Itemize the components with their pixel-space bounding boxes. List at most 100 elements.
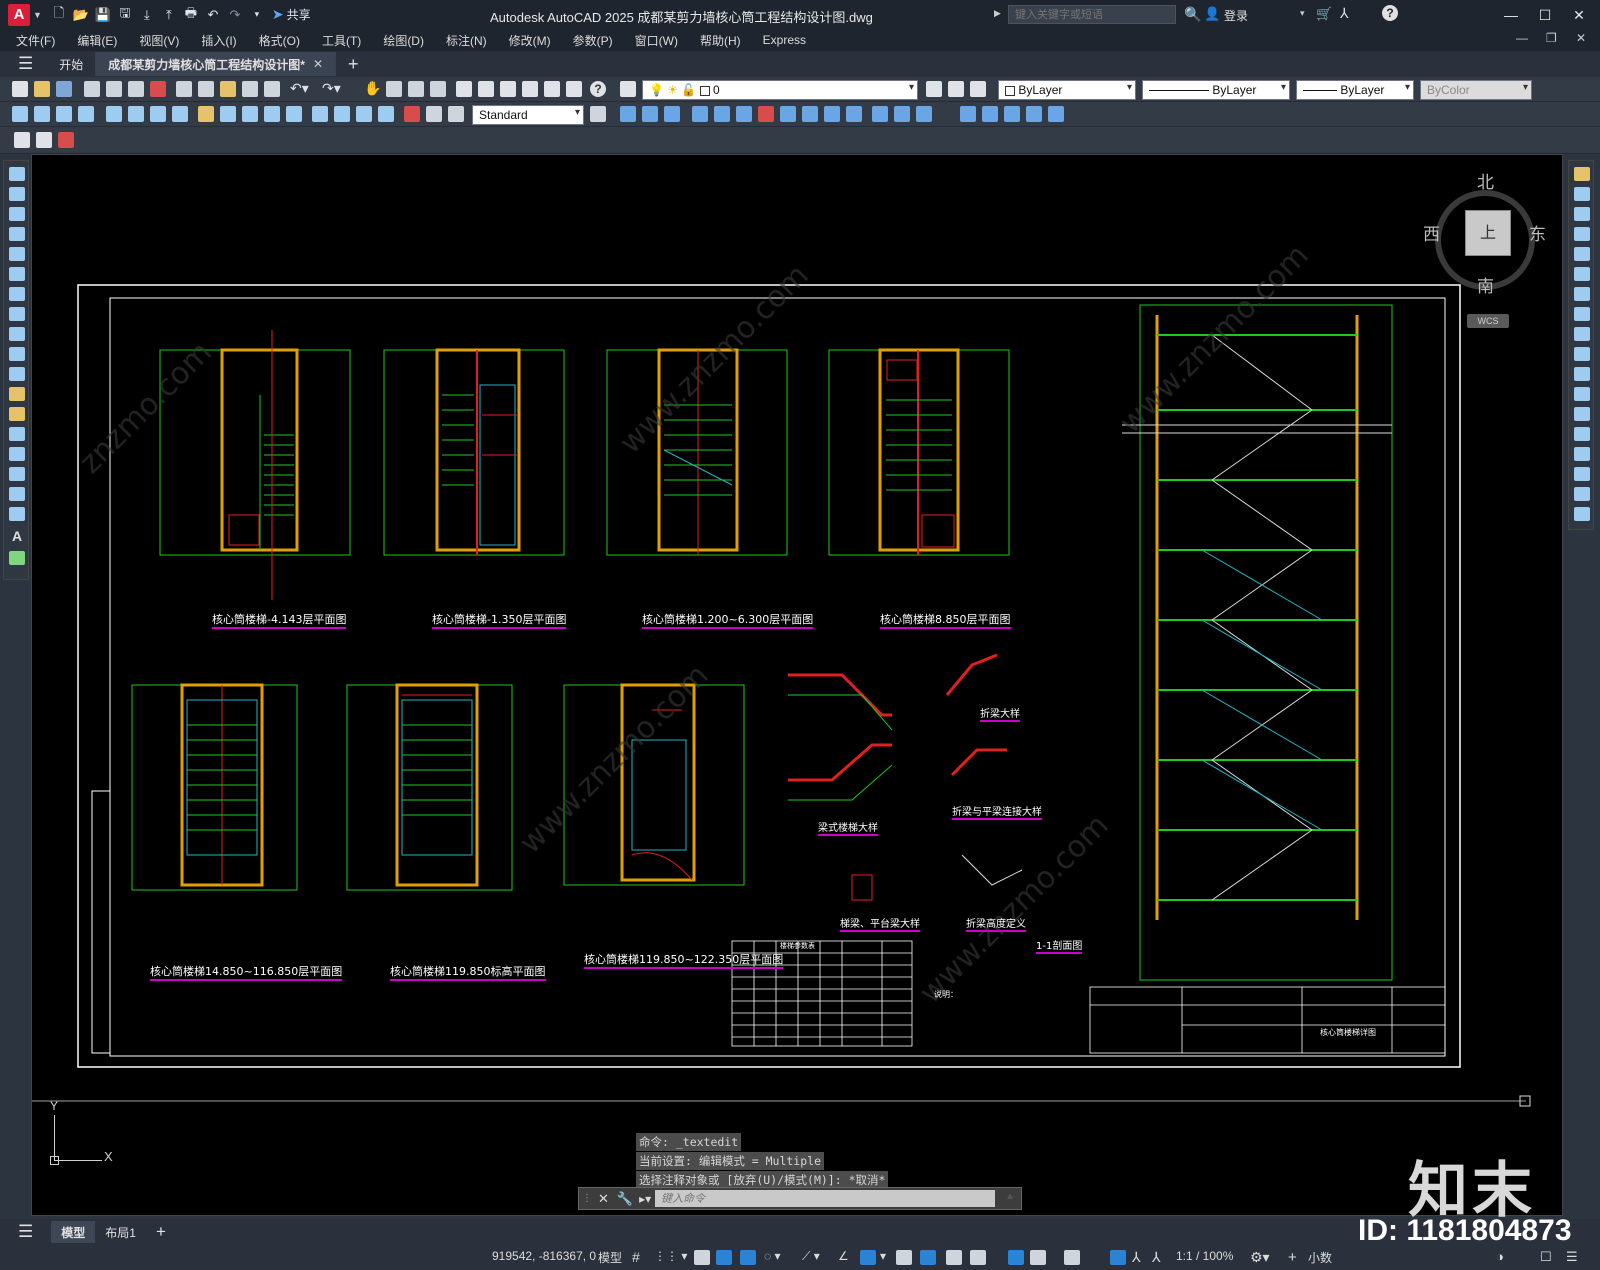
autodesk-apps-icon[interactable]: ⅄	[1340, 5, 1349, 22]
undo-icon[interactable]: ↶	[203, 5, 223, 25]
close-button[interactable]: ✕	[1562, 4, 1596, 26]
ucs-object-icon[interactable]	[714, 106, 730, 122]
join-icon[interactable]	[1574, 407, 1590, 421]
model-space-toggle[interactable]: 模型	[598, 1249, 622, 1267]
block-editor-icon[interactable]	[264, 81, 280, 97]
dimension-edit-icon[interactable]	[404, 106, 420, 122]
array-icon[interactable]	[1574, 247, 1590, 261]
properties-icon[interactable]	[456, 81, 472, 97]
trim-icon[interactable]	[1574, 347, 1590, 361]
ucs-zaxis-icon[interactable]	[780, 106, 796, 122]
add-layout-button[interactable]: +	[156, 1222, 166, 1242]
construction-line-icon[interactable]	[9, 187, 25, 201]
layer-dropdown[interactable]: 💡 ☀ 🔓 0 ▾	[642, 80, 918, 100]
jogged-linear-icon[interactable]	[378, 106, 394, 122]
transparency-icon[interactable]	[920, 1250, 936, 1265]
menu-tools[interactable]: 工具(T)	[322, 32, 361, 49]
wcs-menu[interactable]: WCS	[1467, 314, 1509, 328]
command-history-toggle-icon[interactable]: ▲	[1005, 1191, 1015, 1202]
add-selected-icon[interactable]	[9, 551, 25, 565]
isometric-icon[interactable]: ⟋ ▾	[802, 1249, 820, 1267]
compass-west[interactable]: 西	[1423, 220, 1440, 245]
multiline-text-icon[interactable]: A	[9, 529, 25, 543]
paste-icon[interactable]	[220, 81, 236, 97]
table-icon[interactable]	[9, 507, 25, 521]
grip-handle-icon[interactable]: ⋮	[582, 1193, 592, 1204]
publish-icon[interactable]	[128, 81, 144, 97]
aligned-dimension-icon[interactable]	[34, 106, 50, 122]
menu-format[interactable]: 格式(O)	[259, 32, 300, 49]
stretch-icon[interactable]	[1574, 327, 1590, 341]
make-block-icon[interactable]	[9, 407, 25, 421]
gizmo-icon[interactable]	[1064, 1250, 1080, 1265]
make-current-icon[interactable]	[926, 81, 942, 97]
hamburger-menu-icon[interactable]: ☰	[18, 54, 33, 74]
dimension-update-icon[interactable]	[448, 106, 464, 122]
polygon-icon[interactable]	[9, 227, 25, 241]
dimension-text-edit-icon[interactable]	[426, 106, 442, 122]
annotation-monitor-icon[interactable]: +	[1288, 1249, 1297, 1267]
menu-express[interactable]: Express	[763, 33, 806, 47]
coordinates-readout[interactable]: 919542, -816367, 0	[492, 1249, 596, 1267]
ucs-icon[interactable]	[620, 106, 636, 122]
viewcube[interactable]: 上 北 南 东 西 WCS	[1423, 173, 1546, 328]
pdf-icon[interactable]	[150, 81, 166, 97]
layer-states-icon[interactable]	[970, 81, 986, 97]
explode-icon[interactable]	[1574, 487, 1590, 501]
annotation-scale-dropdown[interactable]: 1:1 / 100%	[1176, 1249, 1233, 1267]
layer-previous-icon[interactable]	[948, 81, 964, 97]
sign-in-chevron-icon[interactable]: ▾	[1300, 8, 1305, 19]
radius-dimension-icon[interactable]	[106, 106, 122, 122]
insert-block-icon[interactable]	[9, 387, 25, 401]
tolerance-icon[interactable]	[312, 106, 328, 122]
open-file-icon[interactable]: 📂	[71, 5, 91, 25]
3d-object-snap-icon[interactable]	[970, 1250, 986, 1265]
match-properties-icon[interactable]	[242, 81, 258, 97]
3d-tools-icon[interactable]	[1574, 507, 1590, 521]
annotation-visibility-icon[interactable]	[1110, 1250, 1126, 1265]
layer-properties-icon[interactable]	[620, 81, 636, 97]
jogged-dimension-icon[interactable]	[128, 106, 144, 122]
dimension-break-icon[interactable]	[286, 106, 302, 122]
ucs-3point-icon[interactable]	[802, 106, 818, 122]
search-icon[interactable]: 🔍	[1184, 6, 1201, 23]
circle-icon[interactable]	[9, 287, 25, 301]
doc-close-button[interactable]: ✕	[1576, 31, 1586, 45]
ucs-view-icon[interactable]	[736, 106, 752, 122]
layout-menu-icon[interactable]: ☰	[18, 1222, 33, 1242]
share-button[interactable]: ➤ 共享	[272, 6, 311, 23]
redo-icon[interactable]: ↷▾	[322, 80, 341, 97]
tab-close-icon[interactable]: ✕	[313, 57, 323, 71]
app-logo[interactable]: A	[8, 3, 30, 26]
open-web-icon[interactable]: ⤓	[137, 5, 157, 25]
view-top-icon[interactable]	[960, 106, 976, 122]
menu-view[interactable]: 视图(V)	[139, 32, 179, 49]
copy-icon[interactable]	[198, 81, 214, 97]
ucs-x-icon[interactable]	[824, 106, 840, 122]
maximize-button[interactable]: ☐	[1528, 4, 1562, 26]
rectangle-icon[interactable]	[9, 247, 25, 261]
app-menu-chevron-icon[interactable]: ▼	[33, 10, 42, 20]
search-input[interactable]	[1008, 5, 1176, 24]
copy-object-icon[interactable]	[1574, 187, 1590, 201]
move-icon[interactable]	[1574, 267, 1590, 281]
linetype-dropdown[interactable]: ByLayer ▾	[1142, 80, 1290, 100]
arc-icon[interactable]	[9, 267, 25, 281]
tab-start[interactable]: 开始	[47, 52, 97, 76]
clean-screen-icon[interactable]: ◑	[1496, 1249, 1504, 1267]
dimension-style-dropdown[interactable]: Standard ▾	[472, 105, 584, 125]
selection-cycling-icon[interactable]	[946, 1250, 962, 1265]
drawing-viewport[interactable]: znzmo.com www.znzmo.com www.znzmo.com ww…	[31, 154, 1563, 1216]
ellipse-arc-icon[interactable]	[9, 367, 25, 381]
menu-edit[interactable]: 编辑(E)	[77, 32, 117, 49]
sign-in-link[interactable]: 登录	[1224, 7, 1248, 24]
pan-icon[interactable]: ✋	[364, 80, 381, 97]
zoom-window-icon[interactable]	[408, 81, 424, 97]
tab-model[interactable]: 模型	[51, 1221, 96, 1243]
view-bottom-icon[interactable]	[982, 106, 998, 122]
search-expand-icon[interactable]: ▶	[994, 8, 1001, 19]
blend-icon[interactable]	[1574, 467, 1590, 481]
zoom-previous-icon[interactable]	[430, 81, 446, 97]
ucs-face-icon[interactable]	[692, 106, 708, 122]
ordinate-dimension-icon[interactable]	[78, 106, 94, 122]
